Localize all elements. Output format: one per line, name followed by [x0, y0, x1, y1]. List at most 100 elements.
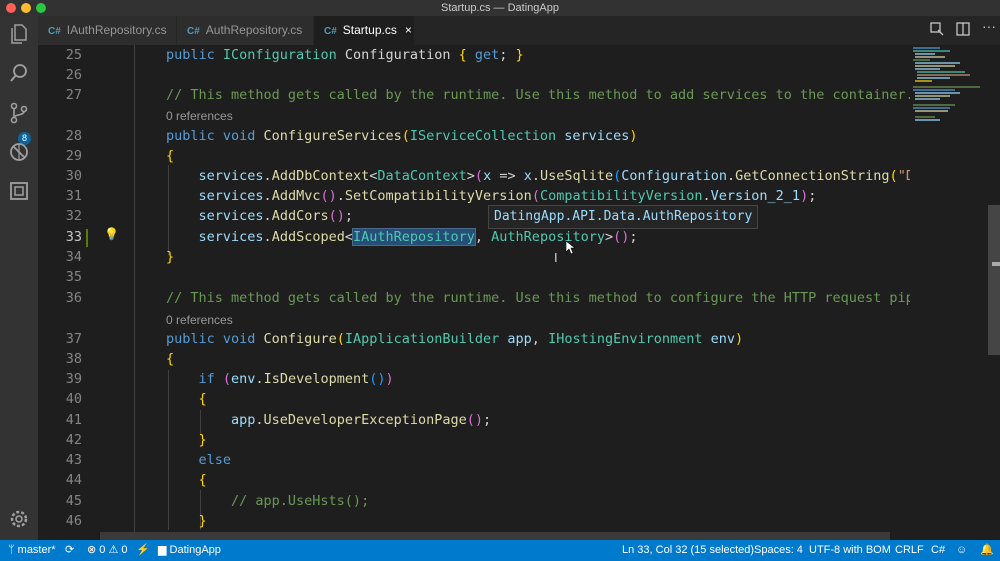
editor-tabs: C# IAuthRepository.cs C# AuthRepository.cs…	[38, 16, 1000, 45]
line-number: 33	[65, 229, 82, 245]
code-token: .	[263, 208, 272, 224]
code-token: get	[474, 47, 500, 63]
maximize-window-button[interactable]	[36, 3, 46, 13]
code-line[interactable]: 43 else	[38, 450, 910, 470]
code-token: .	[263, 168, 272, 184]
code-text: public void ConfigureServices(IServiceCo…	[166, 126, 637, 146]
feedback-icon[interactable]: ☺	[956, 540, 967, 561]
extensions-icon[interactable]	[8, 181, 30, 203]
codelens-references[interactable]: 0 references	[166, 311, 233, 329]
code-token: }	[166, 513, 207, 529]
code-line[interactable]: 28 public void ConfigureServices(IService…	[38, 126, 910, 146]
code-line[interactable]: 45 // app.UseHsts();	[38, 491, 910, 511]
code-line[interactable]: 35	[38, 267, 910, 287]
code-line[interactable]: 33 services.AddScoped<IAuthRepository, A…	[38, 227, 910, 247]
codelens-references[interactable]: 0 references	[166, 107, 233, 125]
scrollbar-thumb[interactable]	[988, 205, 1000, 355]
warning-count: 0	[121, 544, 128, 556]
code-token: {	[166, 351, 175, 367]
code-line[interactable]: 38 {	[38, 349, 910, 369]
code-token: (	[336, 331, 345, 347]
more-actions-icon[interactable]: ···	[982, 18, 996, 34]
code-line[interactable]: 34}	[38, 247, 910, 267]
project-item[interactable]: ▆ DatingApp	[158, 540, 221, 561]
code-line[interactable]: 29 {	[38, 146, 910, 166]
code-text: {	[166, 470, 207, 490]
folder-icon: ▆	[158, 544, 170, 556]
line-number: 36	[65, 290, 82, 306]
cursor-position[interactable]: Ln 33, Col 32 (15 selected)	[622, 540, 754, 561]
search-icon[interactable]	[8, 63, 30, 85]
problems-item[interactable]: ⊗ 0 ⚠ 0	[87, 540, 128, 561]
settings-icon[interactable]	[8, 510, 30, 532]
code-line[interactable]: 25 public IConfiguration Configuration { …	[38, 45, 910, 65]
open-changes-icon[interactable]	[930, 22, 944, 39]
close-tab-icon[interactable]: ×	[405, 23, 412, 37]
code-editor[interactable]: 💡 25 public IConfiguration Configuration …	[38, 45, 1000, 535]
code-token: .	[531, 168, 540, 184]
code-text: app.UseDeveloperExceptionPage();	[166, 410, 491, 430]
code-token: )	[629, 128, 638, 144]
live-share-icon[interactable]: ⚡	[136, 540, 150, 561]
code-line[interactable]: 26	[38, 65, 910, 85]
code-token: if	[166, 371, 223, 387]
code-token: .	[263, 229, 272, 245]
code-line[interactable]: 31 services.AddMvc().SetCompatibilityVer…	[38, 186, 910, 206]
code-token: AddScoped	[271, 229, 345, 245]
sync-icon[interactable]: ⟳	[65, 540, 74, 561]
code-line[interactable]: 30 services.AddDbContext<DataContext>(x …	[38, 166, 922, 186]
line-number: 32	[65, 208, 82, 224]
code-line[interactable]: 46 }	[38, 511, 910, 531]
notifications-icon[interactable]: 🔔	[980, 540, 994, 561]
code-line[interactable]: 42 }	[38, 430, 910, 450]
code-token: else	[166, 452, 232, 468]
split-editor-icon[interactable]	[956, 22, 970, 39]
close-window-button[interactable]	[6, 3, 16, 13]
tab-iauthrepository[interactable]: C# IAuthRepository.cs	[38, 16, 176, 45]
line-number: 37	[65, 331, 82, 347]
line-ending[interactable]: CRLF	[895, 540, 924, 561]
code-token: =>	[499, 168, 524, 184]
git-branch-item[interactable]: ᛘ master*	[8, 540, 56, 561]
debug-icon[interactable]	[8, 142, 30, 164]
code-line[interactable]: 36 // This method gets called by the runt…	[38, 288, 922, 308]
minimize-window-button[interactable]	[21, 3, 31, 13]
horizontal-scrollbar[interactable]	[100, 532, 890, 540]
source-control-icon[interactable]	[8, 102, 30, 124]
code-token: .	[255, 371, 264, 387]
code-line[interactable]: 27 // This method gets called by the runt…	[38, 85, 914, 105]
code-token: x	[483, 168, 500, 184]
encoding[interactable]: UTF-8 with BOM	[809, 540, 891, 561]
line-number: 31	[65, 188, 82, 204]
code-text: // This method gets called by the runtim…	[166, 288, 922, 308]
language-mode[interactable]: C#	[931, 540, 945, 561]
minimap[interactable]	[910, 45, 988, 535]
code-token: (	[474, 168, 484, 184]
code-line[interactable]: 40 {	[38, 389, 910, 409]
code-token: {	[166, 148, 175, 164]
code-text: // app.UseHsts();	[166, 491, 369, 511]
code-line[interactable]: 37 public void Configure(IApplicationBuil…	[38, 329, 910, 349]
error-count: 0	[99, 544, 106, 556]
code-token: ;	[483, 412, 492, 428]
code-line[interactable]: 44 {	[38, 470, 910, 490]
code-line[interactable]: 39 if (env.IsDevelopment())	[38, 369, 910, 389]
code-token: public void	[166, 128, 264, 144]
code-token: ,	[531, 331, 549, 347]
indentation[interactable]: Spaces: 4	[754, 540, 803, 561]
code-line[interactable]: 32 services.AddCors();	[38, 206, 910, 226]
line-number: 29	[65, 148, 82, 164]
code-token: public	[166, 47, 223, 63]
code-text: // This method gets called by the runtim…	[166, 85, 914, 105]
line-number: 28	[65, 128, 82, 144]
code-line[interactable]: 41 app.UseDeveloperExceptionPage();	[38, 410, 910, 430]
explorer-icon[interactable]	[8, 24, 30, 46]
tab-startup[interactable]: C# Startup.cs ×	[314, 16, 414, 45]
code-token: ()	[328, 208, 345, 224]
code-token: ()	[613, 229, 630, 245]
csharp-file-icon: C#	[48, 26, 61, 37]
tab-authrepository[interactable]: C# AuthRepository.cs	[177, 16, 313, 45]
title-bar: Startup.cs — DatingApp	[0, 0, 1000, 16]
line-number: 27	[65, 87, 82, 103]
line-number: 25	[65, 47, 82, 63]
